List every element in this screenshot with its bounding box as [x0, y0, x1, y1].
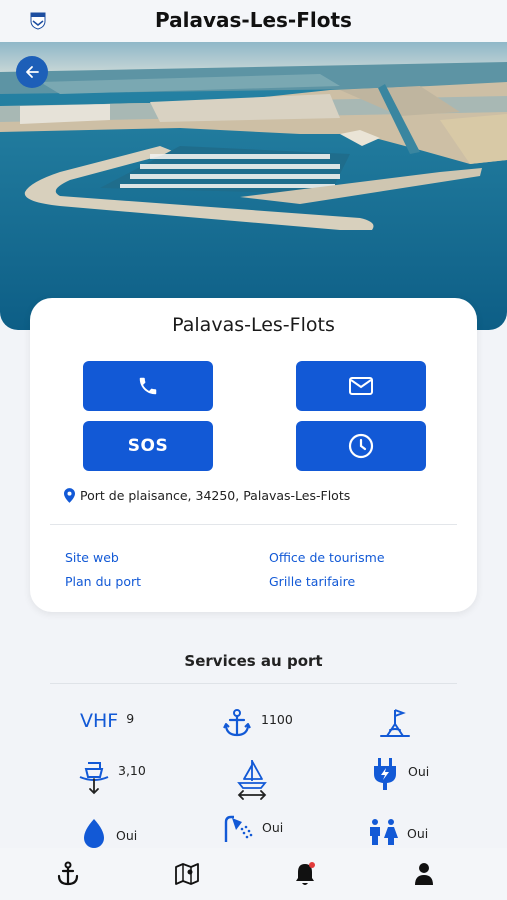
- mail-icon: [349, 377, 373, 395]
- service-moorings: 1100: [221, 707, 293, 739]
- opening-hours-button[interactable]: [296, 421, 426, 471]
- phone-icon: [139, 377, 157, 395]
- toilets-value: Oui: [407, 825, 429, 841]
- arrow-left-icon: [26, 66, 39, 78]
- toilets-icon: [370, 819, 398, 845]
- service-boat-length: [235, 757, 269, 801]
- fuel-drop-icon: [84, 819, 104, 848]
- services-divider: [50, 683, 457, 684]
- electricity-value: Oui: [408, 763, 430, 779]
- service-fuel: Oui: [80, 816, 137, 848]
- sos-button[interactable]: SOS: [83, 421, 213, 471]
- anchor-icon: [223, 709, 251, 737]
- address-text: Port de plaisance, 34250, Palavas-Les-Fl…: [80, 488, 351, 503]
- service-toilets: Oui: [367, 818, 428, 846]
- price-grid-link[interactable]: Grille tarifaire: [269, 574, 355, 589]
- clock-icon: [348, 433, 374, 459]
- service-showers: Oui: [222, 814, 283, 844]
- service-vhf: VHF 9: [80, 710, 134, 732]
- port-aerial-illustration: [0, 42, 507, 330]
- port-name: Palavas-Les-Flots: [172, 314, 335, 336]
- fuel-value: Oui: [116, 827, 138, 843]
- back-button[interactable]: [16, 56, 48, 88]
- card-divider: [50, 524, 457, 525]
- services-title: Services au port: [184, 652, 323, 670]
- tab-notifications[interactable]: [291, 860, 319, 888]
- draft-value: 3,10: [118, 762, 146, 778]
- map-icon: [175, 863, 199, 885]
- moorings-count: 1100: [261, 711, 293, 727]
- port-plan-link[interactable]: Plan du port: [65, 574, 141, 589]
- top-bar: Palavas-Les-Flots: [0, 0, 507, 42]
- electric-plug-icon: [374, 758, 396, 790]
- shower-icon: [224, 815, 253, 842]
- location-pin-icon: [64, 488, 75, 503]
- service-electricity: Oui: [370, 756, 429, 792]
- vhf-label: VHF: [80, 710, 119, 732]
- vhf-channel: 9: [126, 710, 135, 726]
- service-draft: 3,10: [78, 757, 146, 797]
- tab-profile[interactable]: [410, 860, 438, 888]
- tab-ports[interactable]: [54, 860, 82, 888]
- tourism-office-link[interactable]: Office de tourisme: [269, 550, 385, 565]
- boat-length-icon: [237, 760, 267, 800]
- tab-map[interactable]: [173, 860, 201, 888]
- user-icon: [415, 863, 433, 885]
- sos-label: SOS: [127, 436, 169, 456]
- boat-draft-icon: [79, 762, 109, 795]
- service-slipway: [378, 706, 412, 740]
- call-button[interactable]: [83, 361, 213, 411]
- anchor-icon: [57, 861, 79, 886]
- website-link[interactable]: Site web: [65, 550, 119, 565]
- email-button[interactable]: [296, 361, 426, 411]
- showers-value: Oui: [262, 819, 284, 835]
- bell-icon: [296, 862, 315, 885]
- bottom-navigation: [0, 848, 507, 900]
- port-address: Port de plaisance, 34250, Palavas-Les-Fl…: [64, 488, 350, 503]
- slipway-flag-icon: [380, 709, 410, 737]
- port-info-card: Palavas-Les-Flots SOS Port de plaisance,…: [30, 298, 477, 612]
- port-aerial-photo: [0, 42, 507, 330]
- page-title: Palavas-Les-Flots: [155, 8, 352, 32]
